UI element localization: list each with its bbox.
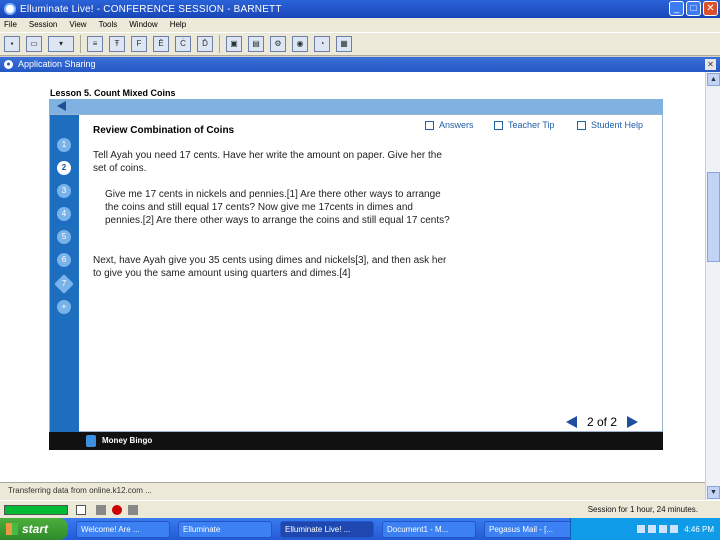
- align-icon[interactable]: Ċ: [175, 36, 191, 52]
- menu-help[interactable]: Help: [170, 18, 186, 32]
- step-column: 1 2 3 4 5 6 7 +: [50, 115, 79, 432]
- menu-window[interactable]: Window: [129, 18, 157, 32]
- menu-file[interactable]: File: [4, 18, 17, 32]
- student-help-label: Student Help: [591, 120, 644, 130]
- minimize-button[interactable]: _: [669, 1, 684, 16]
- windows-flag-icon: [6, 523, 18, 535]
- page-navigator: 2 of 2: [566, 415, 639, 429]
- step-5[interactable]: 5: [57, 230, 71, 244]
- print-icon[interactable]: ▭: [26, 36, 42, 52]
- maximize-button[interactable]: □: [686, 1, 701, 16]
- menu-view[interactable]: View: [69, 18, 86, 32]
- answers-checkbox[interactable]: [425, 120, 434, 130]
- tray-icons: [637, 525, 679, 533]
- volume-icon[interactable]: [648, 525, 657, 533]
- menu-bar: File Session View Tools Window Help: [0, 18, 720, 32]
- status-bar: Transferring data from online.k12.com ..…: [0, 482, 705, 500]
- puzzle-icon: [86, 435, 96, 447]
- windows-taskbar: start Welcome! Are ... Elluminate Ellumi…: [0, 518, 720, 540]
- close-button[interactable]: ✕: [703, 1, 718, 16]
- teacher-tip-checkbox[interactable]: [494, 120, 503, 130]
- pause-bars-icon[interactable]: [128, 505, 138, 515]
- text-icon[interactable]: Ŧ: [109, 36, 125, 52]
- teacher-tip-option[interactable]: Teacher Tip: [494, 120, 555, 130]
- window-controls: _ □ ✕: [669, 1, 718, 16]
- step-7[interactable]: 7: [54, 274, 74, 294]
- toolbar-divider: [80, 35, 81, 53]
- taskbar-item-active[interactable]: Elluminate Live! ...: [280, 520, 374, 538]
- previous-page-icon[interactable]: [566, 416, 577, 428]
- security-icon[interactable]: [659, 525, 668, 533]
- step-3[interactable]: 3: [57, 184, 71, 198]
- instruction-paragraph-2: Give me 17 cents in nickels and pennies.…: [105, 189, 450, 226]
- window-title-bar[interactable]: Elluminate Live! - CONFERENCE SESSION - …: [0, 0, 720, 18]
- toolbar-divider: [219, 35, 220, 53]
- toolbar: ▪ ▭ ▾ ≡ Ŧ F Ē Ċ Ď ▣ ▤ ⚙ ◉ ◔ ▦: [0, 32, 720, 56]
- step-7-label: 7: [61, 278, 67, 288]
- session-control-bar: Session for 1 hour, 24 minutes.: [0, 500, 720, 518]
- gear-icon[interactable]: ⚙: [270, 36, 286, 52]
- back-arrow-icon[interactable]: [57, 101, 66, 111]
- audio-level-meter: [4, 505, 68, 515]
- panel-close-button[interactable]: ✕: [705, 59, 716, 70]
- clock[interactable]: 4:46 PM: [684, 525, 714, 534]
- board-icon[interactable]: ▦: [336, 36, 352, 52]
- step-6[interactable]: 6: [57, 253, 71, 267]
- list-icon[interactable]: ≡: [87, 36, 103, 52]
- step-add[interactable]: +: [57, 300, 71, 314]
- sharing-icon: ●: [4, 60, 13, 69]
- answers-label: Answers: [439, 120, 474, 130]
- vertical-scrollbar[interactable]: ▲ ▼: [705, 72, 720, 500]
- student-help-option[interactable]: Student Help: [577, 120, 643, 130]
- step-1[interactable]: 1: [57, 138, 71, 152]
- elluminate-app-icon: [4, 3, 16, 15]
- answers-option[interactable]: Answers: [425, 120, 474, 130]
- student-help-checkbox[interactable]: [577, 120, 586, 130]
- stop-icon[interactable]: [76, 505, 86, 515]
- page-indicator: 2 of 2: [587, 415, 618, 429]
- format-icon[interactable]: Ē: [153, 36, 169, 52]
- pause-icon[interactable]: [96, 505, 106, 515]
- next-page-icon[interactable]: [627, 416, 639, 428]
- taskbar-item[interactable]: Welcome! Are ...: [76, 520, 170, 538]
- font-icon[interactable]: F: [131, 36, 147, 52]
- messenger-icon[interactable]: [670, 525, 679, 533]
- save-icon[interactable]: ▪: [4, 36, 20, 52]
- menu-tools[interactable]: Tools: [99, 18, 118, 32]
- layout-icon[interactable]: ▾: [48, 36, 74, 52]
- scroll-down-icon[interactable]: ▼: [707, 486, 720, 499]
- menu-session[interactable]: Session: [29, 18, 57, 32]
- scroll-thumb[interactable]: [707, 172, 720, 262]
- lesson-title: Lesson 5. Count Mixed Coins: [50, 88, 176, 98]
- money-bingo-link[interactable]: Money Bingo: [102, 436, 152, 445]
- panel-header: ● Application Sharing ✕: [0, 57, 720, 72]
- status-text: Transferring data from online.k12.com ..…: [8, 486, 152, 495]
- step-4[interactable]: 4: [57, 207, 71, 221]
- lesson-nav-strip: [49, 99, 663, 114]
- lesson-footer-bar: Money Bingo: [49, 432, 663, 450]
- review-title: Review Combination of Coins: [93, 125, 235, 136]
- taskbar-item[interactable]: Document1 - M...: [382, 520, 476, 538]
- screen-icon[interactable]: ▣: [226, 36, 242, 52]
- start-button[interactable]: start: [0, 518, 68, 540]
- network-icon[interactable]: [637, 525, 646, 533]
- folder-icon[interactable]: ▤: [248, 36, 264, 52]
- session-duration: Session for 1 hour, 24 minutes.: [587, 505, 698, 514]
- link-icon[interactable]: Ď: [197, 36, 213, 52]
- system-tray: 4:46 PM: [570, 518, 720, 540]
- panel-title: Application Sharing: [18, 59, 96, 69]
- record-icon[interactable]: [112, 505, 122, 515]
- globe-icon[interactable]: ◉: [292, 36, 308, 52]
- taskbar-item[interactable]: Elluminate: [178, 520, 272, 538]
- clock-icon[interactable]: ◔: [314, 36, 330, 52]
- instruction-paragraph-1: Tell Ayah you need 17 cents. Have her wr…: [93, 150, 442, 174]
- start-label: start: [22, 522, 49, 536]
- scroll-up-icon[interactable]: ▲: [707, 73, 720, 86]
- step-2[interactable]: 2: [57, 161, 71, 175]
- taskbar-item[interactable]: Pegasus Mail - [...: [484, 520, 578, 538]
- window-title: Elluminate Live! - CONFERENCE SESSION - …: [20, 3, 282, 15]
- instruction-paragraph-3: Next, have Ayah give you 35 cents using …: [93, 255, 447, 279]
- teacher-tip-label: Teacher Tip: [508, 120, 555, 130]
